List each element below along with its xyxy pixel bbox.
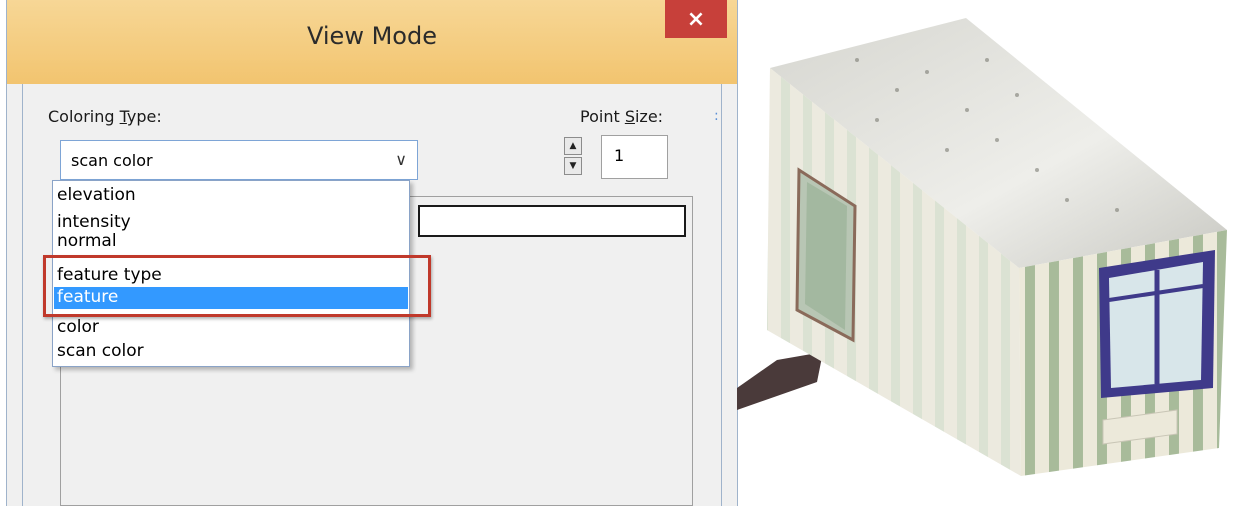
separator-mark: : [714, 108, 719, 124]
option-elevation[interactable]: elevation [54, 185, 408, 207]
chevron-down-icon[interactable]: ∨ [395, 150, 407, 169]
dialog-title: View Mode [307, 22, 437, 50]
option-color[interactable]: color [54, 317, 408, 339]
point-size-label: Point Size: [580, 107, 664, 126]
coloring-type-label: Coloring Type: [48, 107, 162, 126]
panel-field[interactable] [418, 205, 686, 237]
annotation-highlight-box [43, 255, 431, 317]
point-cloud-room-render [737, 18, 1227, 476]
option-scan-color[interactable]: scan color [54, 341, 408, 363]
point-size-spinner[interactable]: ▲ ▼ [564, 137, 584, 177]
close-button[interactable]: × [665, 0, 727, 38]
point-size-input[interactable]: 1 [601, 135, 668, 179]
option-normal[interactable]: normal [54, 231, 408, 253]
spin-down-icon[interactable]: ▼ [564, 157, 582, 175]
floor-beam [737, 352, 823, 410]
coloring-type-combobox[interactable]: scan color ∨ [60, 140, 418, 180]
coloring-type-value: scan color [71, 151, 153, 170]
spin-up-icon[interactable]: ▲ [564, 137, 582, 155]
close-icon: × [686, 6, 706, 32]
title-bar: View Mode × [7, 0, 737, 84]
